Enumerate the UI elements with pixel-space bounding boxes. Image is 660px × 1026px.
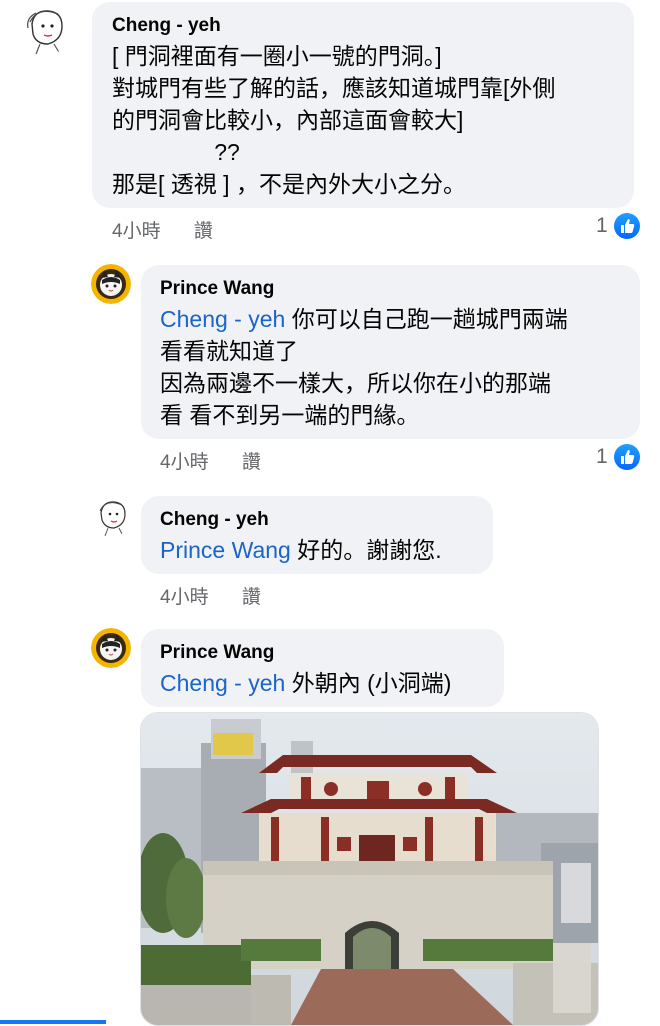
comment-text-line: Cheng - yeh 外朝內 (小洞端)	[160, 670, 452, 696]
comment-author[interactable]: Cheng - yeh	[112, 14, 618, 38]
comment-author[interactable]: Prince Wang	[160, 641, 488, 665]
city-gate-image	[141, 713, 598, 1025]
like-action-button[interactable]: 讚	[194, 221, 213, 242]
comment-text-line: [ 門洞裡面有一圈小一號的門洞。]	[112, 43, 442, 69]
avatar-prince-wang[interactable]	[91, 264, 131, 304]
reaction-count[interactable]: 1	[596, 213, 640, 239]
thumbs-up-icon	[613, 444, 640, 470]
comment-text-line: Cheng - yeh 你可以自己跑一趟城門兩端	[160, 306, 568, 332]
comment-meta: 4小時 讚	[160, 447, 289, 474]
comment-bubble-1: Cheng - yeh [ 門洞裡面有一圈小一號的門洞。] 對城門有些了解的話，…	[92, 2, 634, 208]
avatar-prince-wang[interactable]	[91, 628, 131, 668]
comment-bubble-4: Prince Wang Cheng - yeh 外朝內 (小洞端)	[141, 629, 504, 707]
comment-meta: 4小時 讚	[112, 216, 241, 243]
comment-bubble-2: Prince Wang Cheng - yeh 你可以自己跑一趟城門兩端 看看就…	[141, 265, 640, 439]
sketch-face-icon	[91, 497, 131, 537]
comment-text-line: 的門洞會比較小，內部這面會較大]	[112, 107, 464, 133]
mention-link[interactable]: Cheng - yeh	[160, 306, 285, 332]
comment-photo[interactable]	[140, 712, 599, 1026]
cat-sunflower-icon	[91, 628, 131, 668]
mention-link[interactable]: Cheng - yeh	[160, 670, 285, 696]
thumbs-up-icon	[613, 213, 640, 239]
reaction-count[interactable]: 1	[596, 444, 640, 470]
comment-text-line: 因為兩邊不一樣大，所以你在小的那端	[160, 370, 551, 396]
timestamp[interactable]: 4小時	[112, 221, 161, 242]
comment-text-line: 對城門有些了解的話，應該知道城門靠[外側	[112, 75, 556, 101]
like-action-button[interactable]: 讚	[242, 587, 261, 608]
comment-bubble-3: Cheng - yeh Prince Wang 好的。謝謝您.	[141, 496, 493, 574]
comment-author[interactable]: Cheng - yeh	[160, 508, 477, 532]
comment-text-line: 那是[ 透視 ] ，不是內外大小之分。	[112, 171, 466, 197]
avatar-cheng-yeh[interactable]	[18, 4, 70, 56]
comment-author[interactable]: Prince Wang	[160, 277, 624, 301]
avatar-cheng-yeh[interactable]	[91, 497, 131, 537]
comment-text-line: ??	[112, 139, 240, 165]
comment-text-line: Prince Wang 好的。謝謝您.	[160, 537, 442, 563]
mention-link[interactable]: Prince Wang	[160, 537, 291, 563]
cat-sunflower-icon	[91, 264, 131, 304]
timestamp[interactable]: 4小時	[160, 587, 209, 608]
like-count: 1	[596, 214, 608, 237]
comment-text-line: 看 看不到另一端的門緣。	[160, 402, 420, 428]
like-action-button[interactable]: 讚	[242, 452, 261, 473]
sketch-face-icon	[18, 4, 70, 56]
scroll-indicator	[0, 1020, 106, 1024]
timestamp[interactable]: 4小時	[160, 452, 209, 473]
comment-meta: 4小時 讚	[160, 582, 289, 609]
comment-text-line: 看看就知道了	[160, 338, 298, 364]
like-count: 1	[596, 445, 608, 468]
